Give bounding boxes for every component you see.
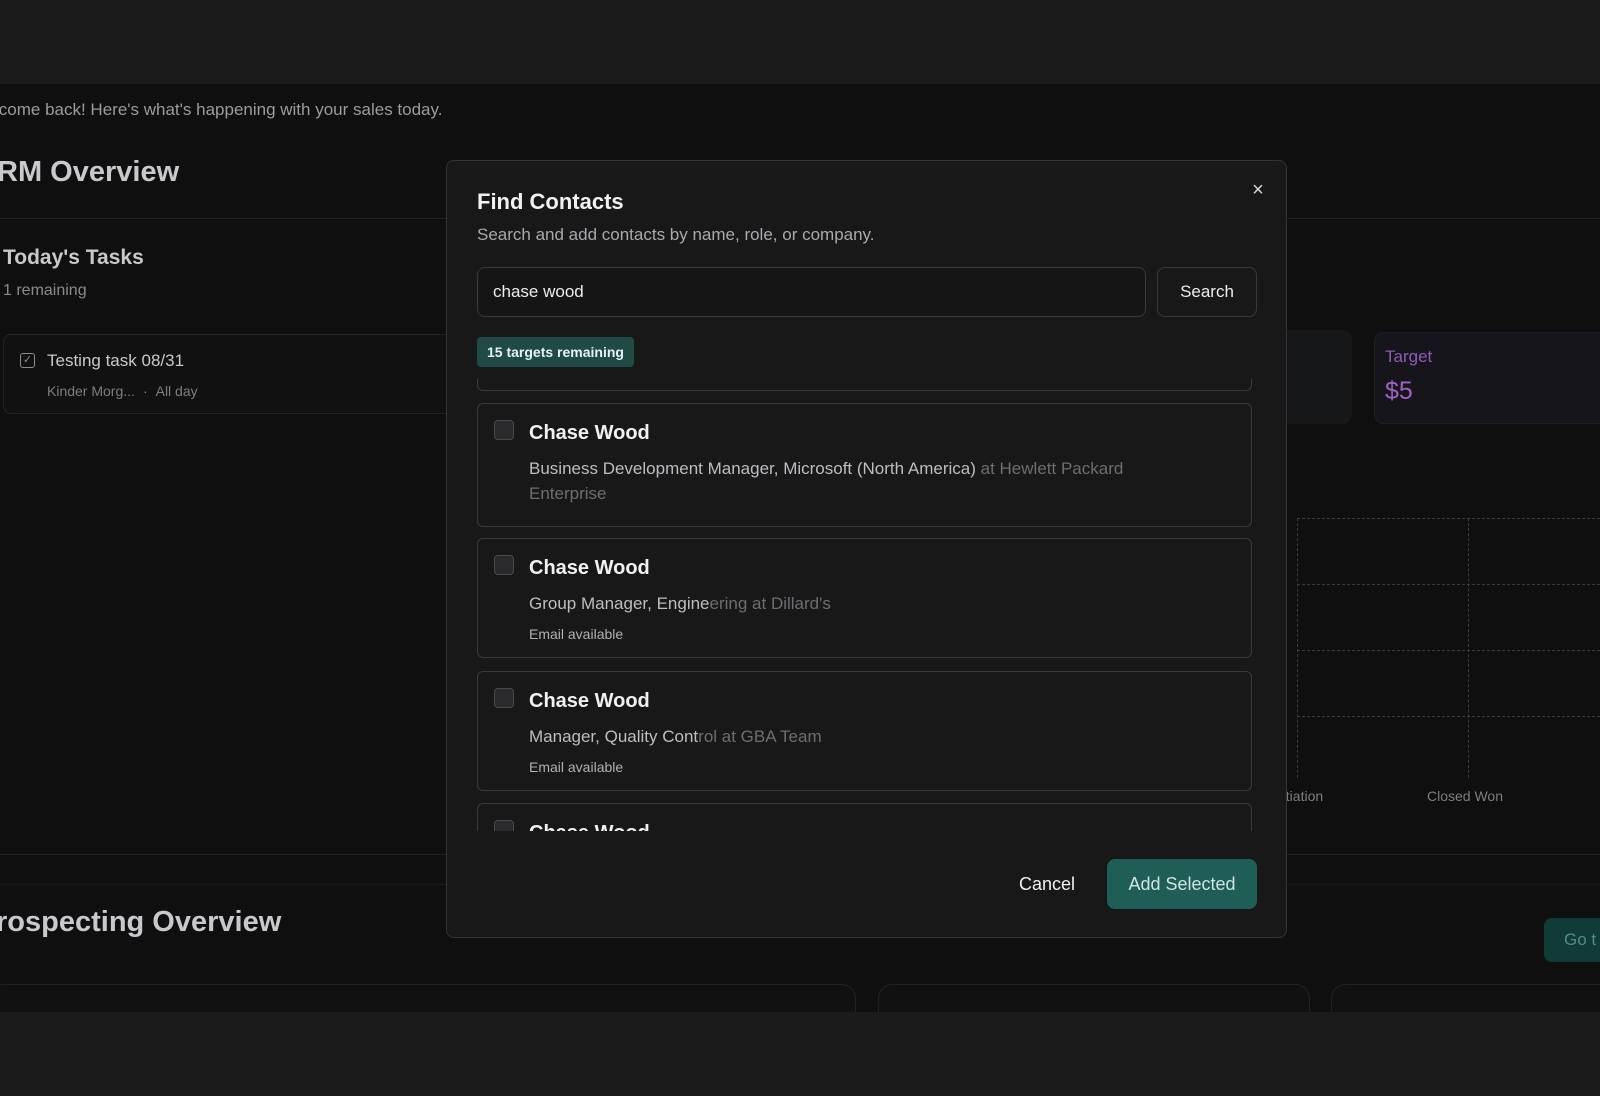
contact-search-input[interactable]: [477, 267, 1146, 317]
email-available-label: Email available: [529, 626, 624, 642]
prospecting-overview-title: rospecting Overview: [0, 906, 282, 938]
contact-name: Chase Wood: [529, 557, 650, 579]
task-checkbox-icon[interactable]: ✓: [20, 353, 35, 368]
contact-results-list[interactable]: Chase Wood Business Development Manager,…: [477, 379, 1252, 831]
separator-dot: ·: [142, 383, 148, 399]
contact-role-title: Manager, Quality Cont: [529, 727, 699, 746]
search-button[interactable]: Search: [1157, 267, 1257, 317]
email-available-label: Email available: [529, 759, 624, 775]
go-to-button[interactable]: Go t: [1544, 918, 1600, 962]
contact-role: Manager, Quality Control at GBA Team: [529, 724, 1169, 749]
prospecting-card: [878, 984, 1310, 1012]
contact-name: Chase Wood: [529, 822, 650, 831]
task-item[interactable]: ✓ Testing task 08/31 Kinder Morg... · All …: [3, 334, 463, 414]
add-selected-button[interactable]: Add Selected: [1107, 859, 1257, 909]
top-bar: [0, 0, 1600, 84]
tasks-remaining-count: 1 remaining: [3, 282, 87, 299]
contact-checkbox[interactable]: [494, 420, 514, 440]
contact-result-item[interactable]: Chase Wood Business Development Manager,…: [477, 403, 1252, 527]
contact-role: Business Development Manager, Microsoft …: [529, 456, 1169, 506]
targets-remaining-badge: 15 targets remaining: [477, 337, 634, 367]
contact-role-title: Business Development Manager, Microsoft …: [529, 459, 976, 478]
task-meta: Kinder Morg... · All day: [47, 383, 198, 399]
contact-company: ering at Dillard's: [709, 594, 831, 613]
target-label: Target: [1385, 347, 1433, 366]
welcome-message: lcome back! Here's what's happening with…: [0, 100, 443, 119]
contact-result-item[interactable]: Chase Wood: [477, 803, 1252, 831]
contact-checkbox[interactable]: [494, 688, 514, 708]
cancel-button[interactable]: Cancel: [1002, 859, 1092, 909]
chart-gridline: [1297, 650, 1600, 651]
crm-overview-title: RM Overview: [0, 156, 180, 188]
contact-role-title: Group Manager, Engine: [529, 594, 710, 613]
task-time: All day: [155, 383, 198, 399]
task-title: Testing task 08/31: [47, 351, 185, 370]
contact-result-item[interactable]: Chase Wood Manager, Quality Control at G…: [477, 671, 1252, 791]
modal-subtitle: Search and add contacts by name, role, o…: [477, 225, 875, 244]
prospecting-card: [1331, 984, 1600, 1012]
todays-tasks-title: Today's Tasks: [3, 246, 144, 269]
contact-result-item[interactable]: Chase Wood Group Manager, Engineering at…: [477, 538, 1252, 658]
contact-checkbox[interactable]: [494, 820, 514, 831]
bottom-bar: [0, 1012, 1600, 1096]
contact-checkbox[interactable]: [494, 555, 514, 575]
contact-role: Group Manager, Engineering at Dillard's: [529, 591, 1169, 616]
contact-company: rol at GBA Team: [698, 727, 822, 746]
task-company: Kinder Morg...: [47, 383, 135, 399]
contact-name: Chase Wood: [529, 690, 650, 712]
chart-x-label: Closed Won: [1427, 788, 1504, 804]
chart-gridline: [1297, 518, 1600, 519]
close-icon[interactable]: ×: [1247, 179, 1269, 201]
target-stat-card: Target $5: [1374, 332, 1600, 424]
chart-gridline: [1297, 716, 1600, 717]
target-value: $5: [1385, 377, 1413, 405]
chart-gridline: [1297, 518, 1298, 778]
modal-title: Find Contacts: [477, 189, 624, 214]
list-item[interactable]: [477, 379, 1252, 391]
chart-gridline: [1468, 518, 1469, 778]
prospecting-card: [0, 984, 856, 1012]
contact-name: Chase Wood: [529, 422, 650, 444]
chart-gridline: [1297, 584, 1600, 585]
find-contacts-modal: × Find Contacts Search and add contacts …: [446, 160, 1287, 938]
